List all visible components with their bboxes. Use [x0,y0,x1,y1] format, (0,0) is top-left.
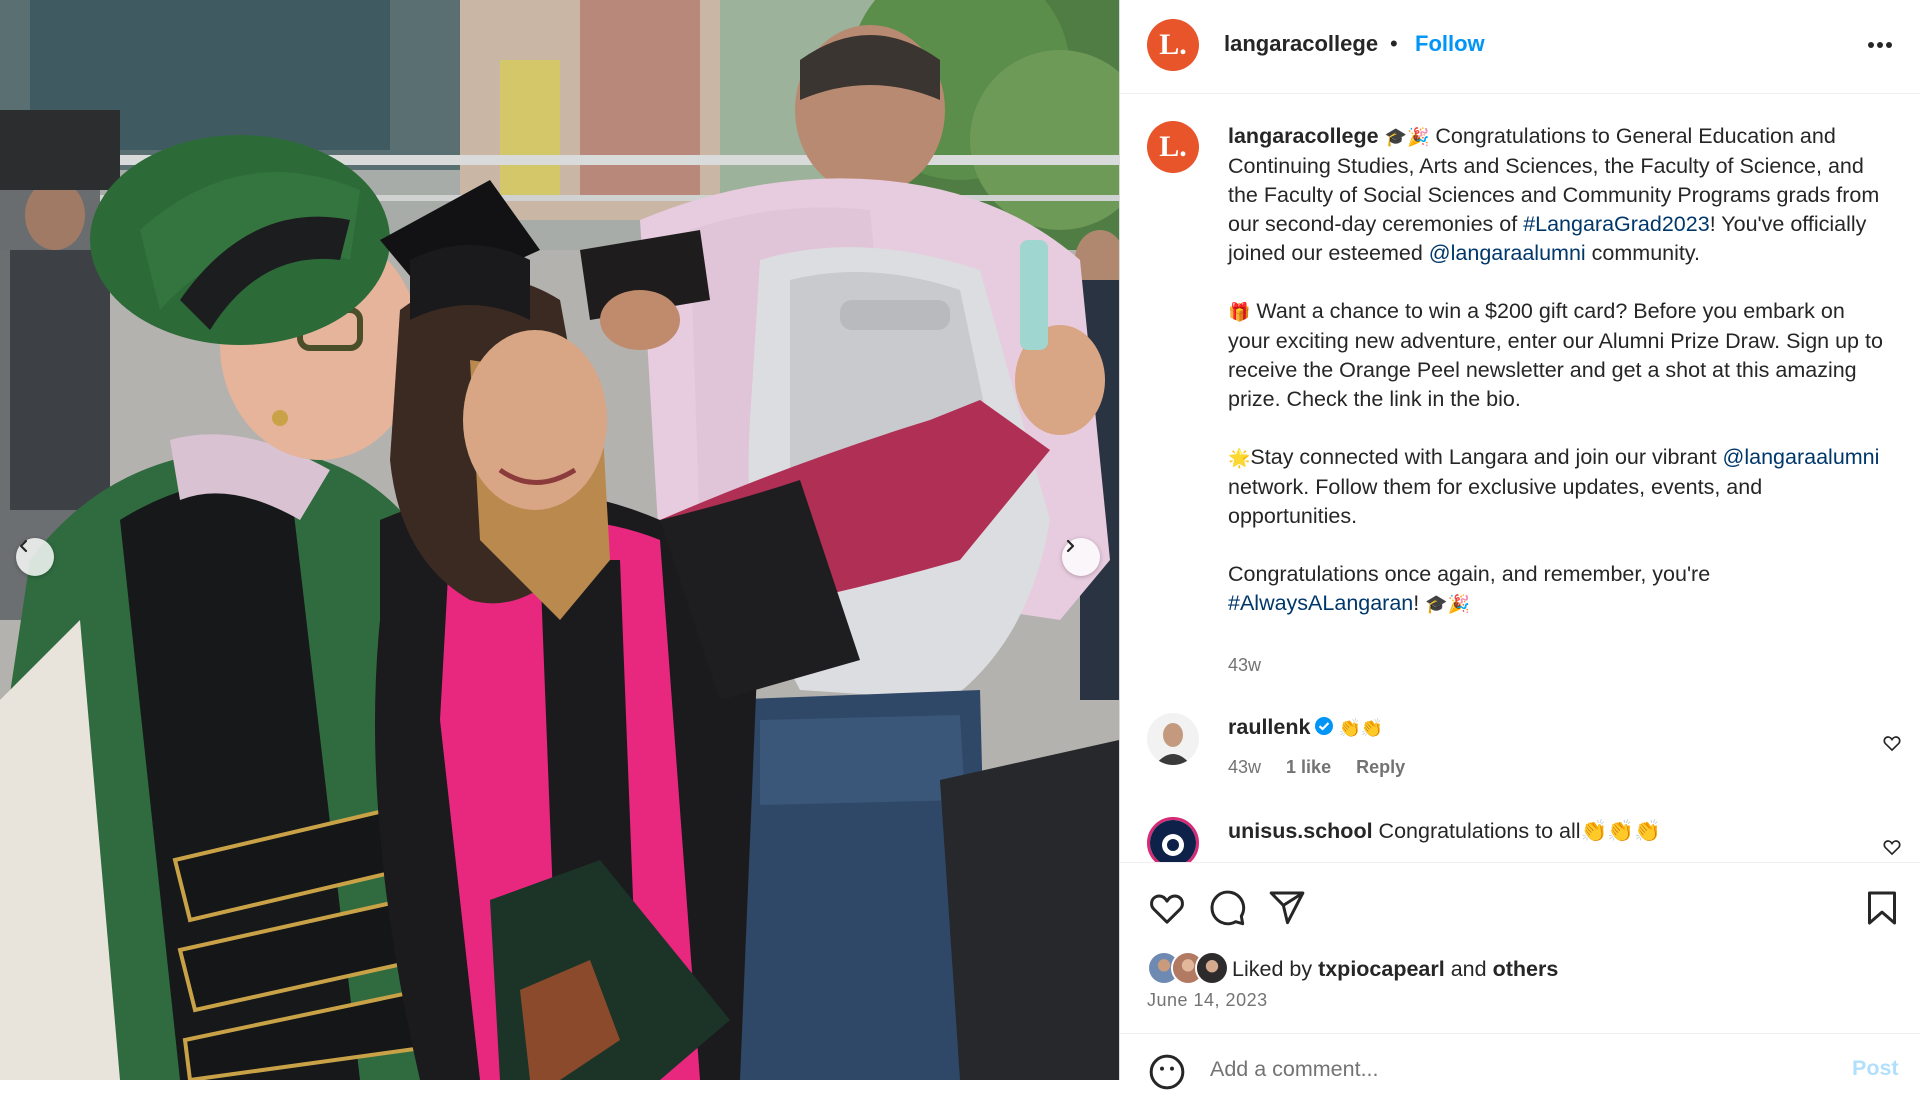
add-comment-bar: Post [1120,1033,1920,1090]
heart-outline-icon [1883,736,1901,752]
caption-timestamp[interactable]: 43w [1228,655,1261,676]
follow-button[interactable]: Follow [1415,31,1485,57]
graduation-selfie-image [0,0,1119,1080]
post-photo[interactable] [0,0,1119,1080]
mention-link[interactable]: @langaraalumni [1723,445,1880,469]
caption-author-avatar[interactable]: L. [1147,121,1199,173]
verified-badge-icon [1315,717,1334,735]
liked-by-others-link[interactable]: others [1493,957,1559,981]
heart-outline-icon [1883,840,1901,856]
comment-icon [1210,890,1246,926]
reply-button[interactable]: Reply [1356,757,1405,777]
comment-timestamp[interactable]: 43w [1228,757,1261,777]
liked-by-prefix: Liked by [1232,957,1319,981]
post-actions-section: Liked by txpiocapearl and others June 14… [1120,862,1920,1090]
caption-username[interactable]: langaracollege [1228,124,1379,148]
comment-button[interactable] [1207,888,1247,928]
liked-by-text: Liked by txpiocapearl and others [1232,957,1558,982]
heart-icon [1150,894,1184,924]
caption-text-3a: Stay connected with Langara and join our… [1250,445,1723,469]
comment-meta: 43w 1 like Reply [1228,757,1425,778]
caption-text-1c: community. [1585,241,1700,265]
school-logo-icon [1150,820,1196,862]
emoji-picker-button[interactable] [1147,1052,1187,1092]
post-author-username[interactable]: langaracollege [1224,31,1378,57]
like-comment-button[interactable] [1882,733,1902,753]
hashtag-link[interactable]: #LangaraGrad2023 [1523,212,1710,236]
emoji-grad-party: 🎓🎉 [1425,594,1471,615]
instagram-post-modal: L. langaracollege • Follow L. langaracol… [0,0,1920,1090]
chevron-right-icon [1066,539,1075,553]
user-photo-icon [1147,713,1199,765]
post-header: L. langaracollege • Follow [1120,0,1920,94]
post-details-panel: L. langaracollege • Follow L. langaracol… [1119,0,1920,1090]
like-comment-button[interactable] [1882,837,1902,857]
next-photo-button[interactable] [1062,538,1100,576]
commenter-avatar[interactable] [1147,817,1199,862]
more-horizontal-icon [1868,42,1892,48]
liker-avatar-icon [1195,951,1229,985]
liked-by-user-link[interactable]: txpiocapearl [1318,957,1445,981]
post-caption: langaracollege 🎓🎉 Congratulations to Gen… [1228,122,1888,619]
caption-text-3b: network. Follow them for exclusive updat… [1228,475,1763,528]
save-button[interactable] [1862,888,1902,928]
emoji-star: 🌟 [1228,448,1251,469]
mention-link[interactable]: @langaraalumni [1429,241,1586,265]
comments-scroll-area[interactable]: L. langaracollege 🎓🎉 Congratulations to … [1120,95,1920,862]
liked-by-middle: and [1444,957,1493,981]
like-button[interactable] [1147,888,1187,928]
emoji-grad-party: 🎓🎉 [1384,127,1430,148]
commenter-username[interactable]: unisus.school [1228,819,1373,843]
commenter-avatar[interactable] [1147,713,1199,765]
more-options-button[interactable] [1860,30,1900,60]
post-date[interactable]: June 14, 2023 [1147,990,1268,1011]
liker-avatars[interactable] [1147,951,1231,985]
bookmark-icon [1868,891,1896,925]
caption-text-4b: ! [1413,591,1426,615]
chevron-left-icon [19,539,28,553]
comment-text: 👏👏 [1338,718,1384,739]
comment-body: raullenk 👏👏 [1228,715,1383,740]
comment-text: Congratulations to all👏👏👏 [1378,819,1661,843]
previous-photo-button[interactable] [16,538,54,576]
separator-dot: • [1390,31,1398,56]
caption-text-2: Want a chance to win a $200 gift card? B… [1228,299,1883,411]
hashtag-link[interactable]: #AlwaysALangaran [1228,591,1413,615]
smiley-icon [1149,1054,1185,1090]
share-button[interactable] [1267,888,1307,928]
profile-avatar[interactable]: L. [1147,19,1199,71]
send-icon [1269,891,1305,925]
emoji-gift: 🎁 [1228,302,1251,323]
commenter-username[interactable]: raullenk [1228,715,1310,739]
comment-body: unisus.school Congratulations to all👏👏👏 [1228,819,1661,844]
caption-text-4a: Congratulations once again, and remember… [1228,562,1711,586]
post-comment-button[interactable]: Post [1852,1056,1899,1081]
comment-likes-count[interactable]: 1 like [1286,757,1331,777]
